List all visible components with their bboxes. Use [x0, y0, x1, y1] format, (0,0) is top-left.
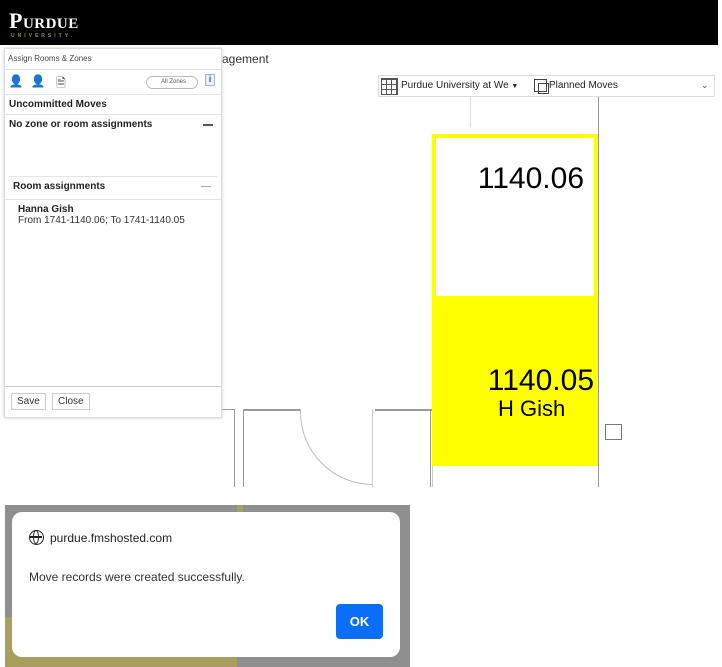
layer-select[interactable]: Planned Moves: [549, 80, 618, 91]
room-occupant: H Gish: [498, 396, 566, 421]
layers-icon: [534, 79, 549, 94]
alert-dialog: purdue.fmshosted.com Move records were c…: [12, 512, 400, 657]
caret-down-icon: ▼: [511, 83, 519, 90]
wall: [222, 409, 234, 410]
wall: [243, 409, 244, 487]
close-button[interactable]: Close: [52, 393, 90, 410]
wall: [598, 97, 599, 487]
checkbox[interactable]: [605, 424, 622, 440]
room-assignments-header: Room assignments: [13, 181, 106, 192]
site-header: Purdue UNIVERSITY.: [0, 0, 718, 45]
wall: [243, 409, 300, 411]
door-swing: [300, 409, 373, 485]
wall: [372, 409, 373, 487]
info-icon[interactable]: i: [205, 74, 215, 86]
dialog-message: Move records were created successfully.: [29, 570, 245, 584]
room-1140-05[interactable]: 1140.05 H Gish: [432, 300, 598, 466]
assignment-name: Hanna Gish: [18, 204, 74, 215]
site-select-value: Purdue University at We: [401, 80, 509, 91]
chevron-down-icon[interactable]: ⌄: [701, 80, 709, 91]
purdue-logo: Purdue: [9, 8, 79, 33]
wall: [375, 409, 432, 411]
no-zone-header: No zone or room assignments: [9, 119, 153, 130]
wall: [432, 466, 433, 487]
logo-subtitle: UNIVERSITY.: [11, 33, 75, 39]
room-number: 1140.05: [487, 364, 594, 397]
panel-title: Assign Rooms & Zones: [8, 54, 92, 63]
report-icon[interactable]: 🗎: [53, 74, 69, 90]
site-select[interactable]: Purdue University at We ▼: [401, 80, 527, 91]
wall: [234, 409, 235, 487]
assignment-item[interactable]: Hanna Gish From 1741-1140.06; To 1741-11…: [18, 204, 185, 226]
room-number: 1140.06: [477, 162, 584, 195]
map-toolbar: Purdue University at We ▼ Planned Moves …: [378, 75, 715, 97]
collapse-icon[interactable]: [201, 186, 211, 187]
uncommitted-moves-header: Uncommitted Moves: [9, 99, 107, 110]
page-title: agement: [222, 52, 269, 66]
save-button[interactable]: Save: [11, 393, 46, 410]
person-assign-icon[interactable]: 👤: [30, 74, 46, 90]
wall: [470, 97, 471, 127]
globe-icon: [29, 530, 44, 545]
assign-rooms-panel: Assign Rooms & Zones 👤 👤 🗎 All Zones i U…: [4, 48, 222, 418]
wall: [430, 409, 431, 487]
all-zones-toggle[interactable]: All Zones: [146, 76, 198, 89]
floorplan-grid-icon: [381, 78, 398, 95]
assignment-detail: From 1741-1140.06; To 1741-1140.05: [18, 215, 185, 226]
room-1140-06[interactable]: 1140.06: [432, 134, 598, 300]
person-search-icon[interactable]: 👤: [8, 74, 24, 90]
ok-button[interactable]: OK: [336, 604, 383, 639]
collapse-icon[interactable]: [203, 124, 213, 126]
dialog-origin: purdue.fmshosted.com: [50, 531, 173, 545]
